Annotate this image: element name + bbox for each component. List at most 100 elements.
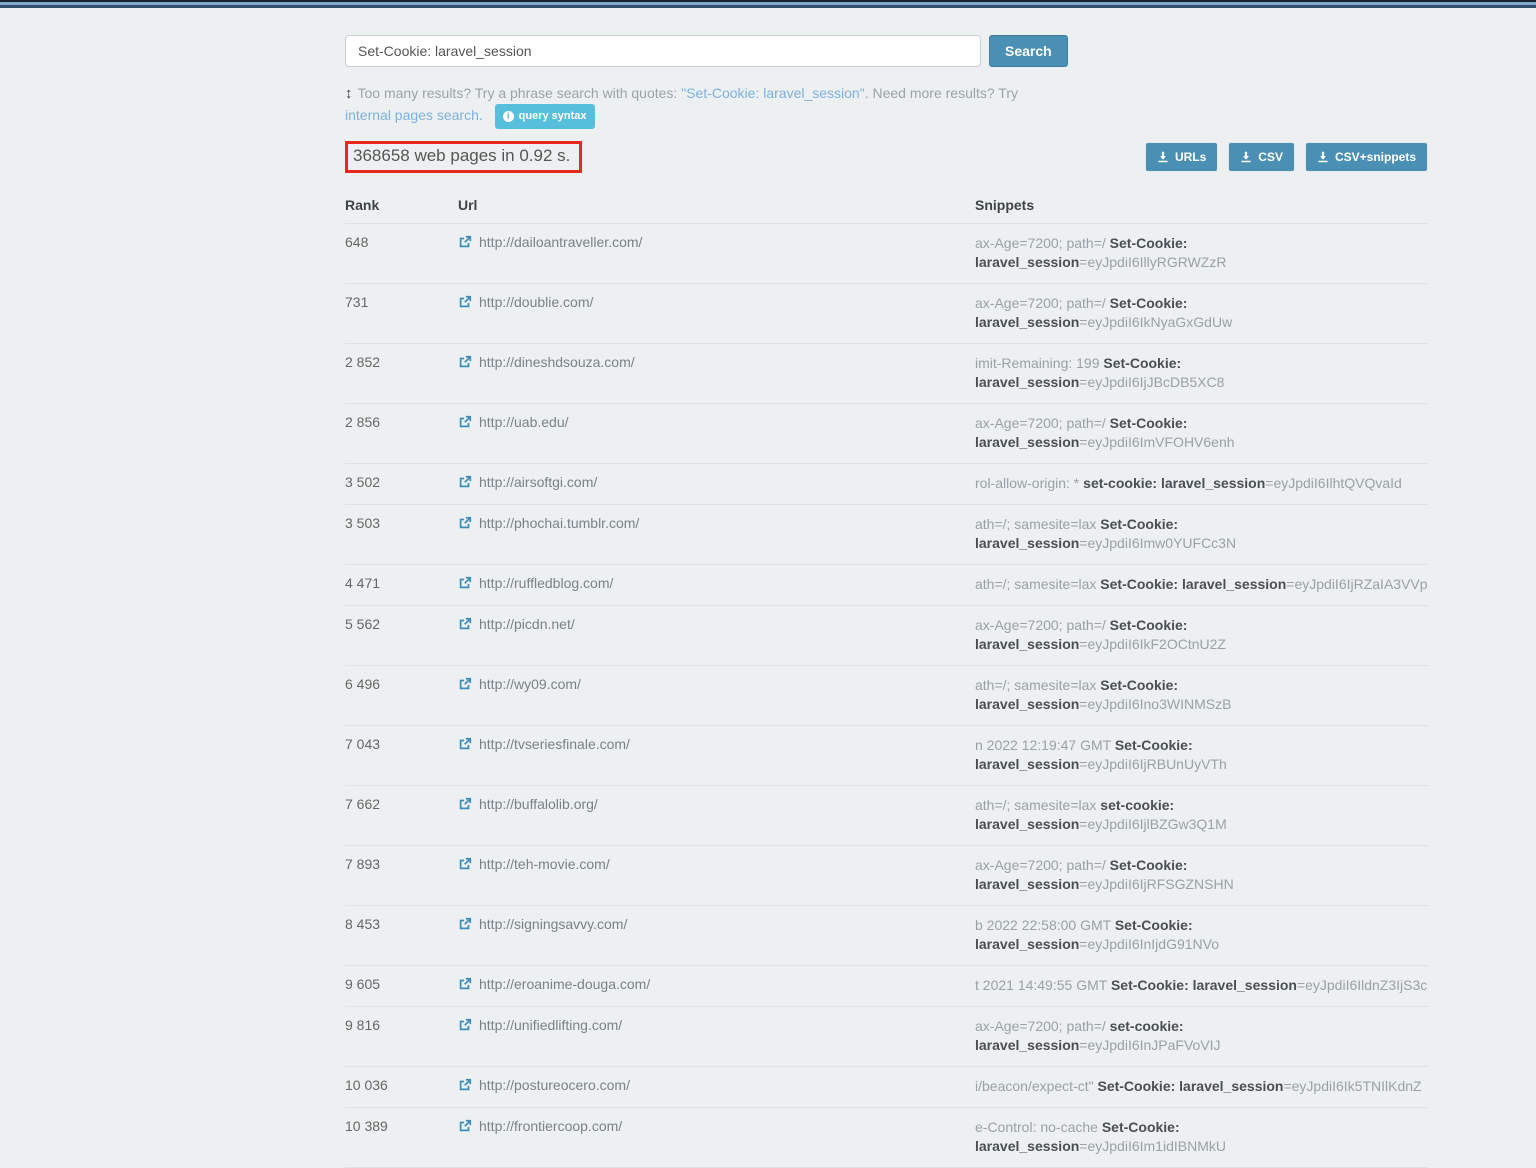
result-rank: 4 471 xyxy=(345,565,458,606)
snippet-keyword: Set-Cookie: laravel_session xyxy=(1097,1078,1283,1094)
result-url-link[interactable]: http://signingsavvy.com/ xyxy=(458,916,627,932)
results-table: Rank Url Snippets 648http://dailoantrave… xyxy=(345,189,1428,1168)
result-rank: 9 816 xyxy=(345,1007,458,1067)
result-url-cell: http://ruffledblog.com/ xyxy=(458,565,975,606)
query-syntax-label: query syntax xyxy=(519,106,587,126)
external-link-icon xyxy=(458,354,472,369)
table-row: 7 043http://tvseriesfinale.com/n 2022 12… xyxy=(345,726,1428,786)
download-icon xyxy=(1240,151,1252,163)
result-snippet: ath=/; samesite=lax Set-Cookie:laravel_s… xyxy=(975,505,1428,565)
result-url-text: http://doublie.com/ xyxy=(479,294,593,310)
snippet-value: =eyJpdiI6IkNyaGxGdUw xyxy=(1079,314,1232,330)
table-row: 10 389 http://frontiercoop.com/e-Control:… xyxy=(345,1108,1428,1168)
result-url-link[interactable]: http://phochai.tumblr.com/ xyxy=(458,515,639,531)
result-url-link[interactable]: http://airsoftgi.com/ xyxy=(458,474,597,490)
result-url-text: http://postureocero.com/ xyxy=(479,1077,630,1093)
result-url-text: http://picdn.net/ xyxy=(479,616,575,632)
result-snippet: n 2022 12:19:47 GMT Set-Cookie:laravel_s… xyxy=(975,726,1428,786)
external-link-icon xyxy=(458,294,472,309)
result-url-link[interactable]: http://tvseriesfinale.com/ xyxy=(458,736,630,752)
snippet-value: =eyJpdiI6Ik5TNIlKdnZ xyxy=(1283,1078,1421,1094)
rank-column-header: Rank xyxy=(345,189,458,224)
result-url-cell: http://unifiedlifting.com/ xyxy=(458,1007,975,1067)
snippet-prefix: e-Control: no-cache xyxy=(975,1119,1102,1135)
snippet-value: =eyJpdiI6IjRZaIA3VVp xyxy=(1286,576,1427,592)
snippet-prefix: ax-Age=7200; path=/ xyxy=(975,295,1110,311)
result-url-link[interactable]: http://postureocero.com/ xyxy=(458,1077,630,1093)
url-column-header: Url xyxy=(458,189,975,224)
hint-text-before: Too many results? Try a phrase search wi… xyxy=(358,85,682,101)
export-csv-snippets-button[interactable]: CSV+snippets xyxy=(1305,142,1428,172)
query-syntax-badge[interactable]: iquery syntax xyxy=(495,104,595,129)
result-url-cell: http://picdn.net/ xyxy=(458,606,975,666)
snippet-prefix: ax-Age=7200; path=/ xyxy=(975,857,1110,873)
result-url-link[interactable]: http://buffalolib.org/ xyxy=(458,796,598,812)
external-link-icon xyxy=(458,976,472,991)
result-url-link[interactable]: http://dineshdsouza.com/ xyxy=(458,354,635,370)
result-url-cell: http://buffalolib.org/ xyxy=(458,786,975,846)
quoted-search-link[interactable]: "Set-Cookie: laravel_session" xyxy=(681,85,864,101)
result-snippet: ax-Age=7200; path=/ Set-Cookie:laravel_s… xyxy=(975,224,1428,284)
external-link-icon xyxy=(458,1077,472,1092)
result-snippet: ath=/; samesite=lax Set-Cookie: laravel_… xyxy=(975,666,1428,726)
result-url-cell: http://postureocero.com/ xyxy=(458,1067,975,1108)
result-url-link[interactable]: http://uab.edu/ xyxy=(458,414,569,430)
snippet-prefix: rol-allow-origin: * xyxy=(975,475,1083,491)
result-url-link[interactable]: http://eroanime-douga.com/ xyxy=(458,976,650,992)
result-url-link[interactable]: http://ruffledblog.com/ xyxy=(458,575,613,591)
result-snippet: t 2021 14:49:55 GMT Set-Cookie: laravel_… xyxy=(975,966,1428,1007)
table-row: 9 816 http://unifiedlifting.com/ax-Age=72… xyxy=(345,1007,1428,1067)
snippet-prefix: imit-Remaining: 199 xyxy=(975,355,1103,371)
export-csv-button[interactable]: CSV xyxy=(1228,142,1295,172)
result-count-annotation: 368658 web pages in 0.92 s. xyxy=(345,141,582,173)
result-rank: 7 043 xyxy=(345,726,458,786)
table-row: 3 503http://phochai.tumblr.com/ath=/; sa… xyxy=(345,505,1428,565)
result-url-cell: http://airsoftgi.com/ xyxy=(458,464,975,505)
result-url-link[interactable]: http://dailoantraveller.com/ xyxy=(458,234,642,250)
snippet-prefix: b 2022 22:58:00 GMT xyxy=(975,917,1115,933)
result-url-link[interactable]: http://unifiedlifting.com/ xyxy=(458,1017,622,1033)
table-row: 7 662http://buffalolib.org/ath=/; samesi… xyxy=(345,786,1428,846)
result-url-text: http://frontiercoop.com/ xyxy=(479,1118,622,1134)
search-button[interactable]: Search xyxy=(989,35,1068,67)
result-url-text: http://unifiedlifting.com/ xyxy=(479,1017,622,1033)
table-row: 8 453http://signingsavvy.com/b 2022 22:5… xyxy=(345,906,1428,966)
result-url-link[interactable]: http://wy09.com/ xyxy=(458,676,581,692)
result-url-cell: http://tvseriesfinale.com/ xyxy=(458,726,975,786)
internal-pages-search-link[interactable]: internal pages search. xyxy=(345,107,483,123)
result-url-cell: http://dailoantraveller.com/ xyxy=(458,224,975,284)
snippet-prefix: ax-Age=7200; path=/ xyxy=(975,1018,1110,1034)
table-row: 731http://doublie.com/ax-Age=7200; path=… xyxy=(345,284,1428,344)
snippet-value: =eyJpdiI6Im1idIBNMkU xyxy=(1079,1138,1226,1154)
export-urls-button[interactable]: URLs xyxy=(1145,142,1218,172)
table-row: 7 893http://teh-movie.com/ax-Age=7200; p… xyxy=(345,846,1428,906)
download-icon xyxy=(1157,151,1169,163)
result-snippet: b 2022 22:58:00 GMT Set-Cookie:laravel_s… xyxy=(975,906,1428,966)
snippet-prefix: ath=/; samesite=lax xyxy=(975,576,1100,592)
main-content: Search ↕ Too many results? Try a phrase s… xyxy=(345,35,1428,1168)
result-url-cell: http://phochai.tumblr.com/ xyxy=(458,505,975,565)
search-input[interactable] xyxy=(345,35,981,67)
external-link-icon xyxy=(458,736,472,751)
table-row: 2 852http://dineshdsouza.com/imit-Remain… xyxy=(345,344,1428,404)
result-rank: 10 036 xyxy=(345,1067,458,1108)
snippet-prefix: t 2021 14:49:55 GMT xyxy=(975,977,1111,993)
table-row: 6 496http://wy09.com/ath=/; samesite=lax… xyxy=(345,666,1428,726)
snippet-value: =eyJpdiI6IjRFSGZNSHN xyxy=(1079,876,1233,892)
result-rank: 648 xyxy=(345,224,458,284)
result-url-link[interactable]: http://doublie.com/ xyxy=(458,294,593,310)
result-url-text: http://eroanime-douga.com/ xyxy=(479,976,650,992)
external-link-icon xyxy=(458,414,472,429)
results-table-body: 648http://dailoantraveller.com/ax-Age=72… xyxy=(345,224,1428,1168)
result-count-text: 368658 web pages in 0.92 s. xyxy=(353,146,570,165)
table-row: 3 502http://airsoftgi.com/rol-allow-orig… xyxy=(345,464,1428,505)
external-link-icon xyxy=(458,234,472,249)
result-url-link[interactable]: http://teh-movie.com/ xyxy=(458,856,610,872)
result-url-cell: http://uab.edu/ xyxy=(458,404,975,464)
up-down-arrow-icon: ↕ xyxy=(345,85,353,102)
result-url-link[interactable]: http://picdn.net/ xyxy=(458,616,575,632)
result-url-link[interactable]: http://frontiercoop.com/ xyxy=(458,1118,622,1134)
result-rank: 10 389 xyxy=(345,1108,458,1168)
result-rank: 6 496 xyxy=(345,666,458,726)
table-row: 648http://dailoantraveller.com/ax-Age=72… xyxy=(345,224,1428,284)
